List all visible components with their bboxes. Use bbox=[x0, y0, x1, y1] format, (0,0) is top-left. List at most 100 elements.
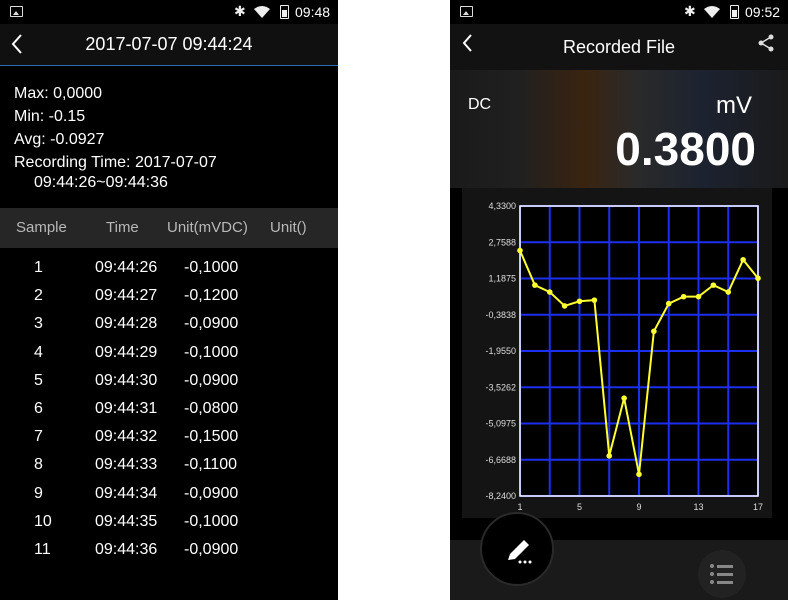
data-point bbox=[680, 293, 687, 300]
app-header: 2017-07-07 09:44:24 bbox=[0, 24, 338, 66]
table-header: Sample Time Unit(mVDC) Unit() bbox=[0, 208, 338, 248]
data-point bbox=[725, 289, 732, 295]
cell-time: 09:44:36 bbox=[95, 541, 158, 558]
cell-value: -0,0900 bbox=[184, 371, 239, 389]
left-phone-screen: ✱ 09:48 2017-07-07 09:44:24 Max: 0,0000 … bbox=[0, 0, 338, 600]
stats-panel: Max: 0,0000 Min: -0.15 Avg: -0.0927 Reco… bbox=[14, 82, 217, 192]
list-icon bbox=[710, 564, 733, 584]
status-time: 09:52 bbox=[745, 4, 781, 20]
table-row[interactable]: 10 09:44:35 -0,1000 bbox=[0, 510, 338, 538]
cell-value: -0,1000 bbox=[184, 259, 239, 276]
status-time: 09:48 bbox=[295, 4, 331, 20]
table-row[interactable]: 9 09:44:34 -0,0900 bbox=[0, 482, 338, 510]
table-row[interactable]: 2 09:44:27 -0,1200 bbox=[0, 284, 338, 312]
cell-time: 09:44:31 bbox=[95, 400, 158, 417]
stat-min: Min: -0.15 bbox=[14, 108, 86, 125]
table-row[interactable]: 4 09:44:29 -0,1000 bbox=[0, 341, 338, 369]
cell-sample: 4 bbox=[34, 343, 43, 361]
status-bar: ✱ 09:48 bbox=[0, 0, 338, 24]
table-row[interactable]: 5 09:44:30 -0,0900 bbox=[0, 369, 338, 397]
y-tick-label: -6,6688 bbox=[485, 455, 516, 465]
cell-sample: 3 bbox=[34, 315, 43, 333]
cell-value: -0,1000 bbox=[184, 512, 239, 530]
meter-readout: DC mV 0.3800 bbox=[450, 70, 788, 188]
data-point bbox=[591, 297, 598, 303]
y-tick-label: 4,3300 bbox=[488, 201, 516, 211]
data-point bbox=[695, 293, 702, 300]
data-point bbox=[740, 256, 746, 263]
battery-icon bbox=[730, 5, 739, 19]
image-notification-icon bbox=[460, 6, 473, 17]
y-tick-label: 2,7588 bbox=[488, 237, 516, 247]
status-bar: ✱ 09:52 bbox=[450, 0, 788, 24]
table-row[interactable]: 3 09:44:28 -0,0900 bbox=[0, 312, 338, 340]
cell-time: 09:44:28 bbox=[95, 315, 158, 333]
table-row[interactable]: 7 09:44:32 -0,1500 bbox=[0, 425, 338, 453]
data-point bbox=[621, 395, 627, 401]
recorded-chart: 4,3300 2,7588 1,1875 -0,3838 -1,9550 -3,5262 -… bbox=[485, 201, 763, 512]
cell-value: -0,0900 bbox=[184, 484, 239, 502]
x-tick-label: 13 bbox=[693, 502, 703, 512]
cell-sample: 11 bbox=[34, 541, 51, 558]
cell-value: -0,1500 bbox=[184, 428, 239, 446]
data-point bbox=[576, 298, 583, 305]
cell-time: 09:44:27 bbox=[95, 287, 158, 305]
x-tick-label: 17 bbox=[753, 502, 763, 512]
y-tick-label: -0,3838 bbox=[485, 310, 516, 320]
data-point bbox=[636, 471, 642, 478]
cell-time: 09:44:26 bbox=[95, 259, 158, 276]
cell-time: 09:44:35 bbox=[95, 512, 158, 530]
reading-value: 0.3800 bbox=[615, 123, 756, 175]
x-tick-label: 9 bbox=[636, 502, 641, 512]
unit-label: mV bbox=[716, 92, 752, 119]
cell-sample: 7 bbox=[34, 428, 43, 446]
bluetooth-icon: ✱ bbox=[684, 3, 696, 19]
cell-time: 09:44:29 bbox=[95, 343, 158, 361]
cell-value: -0,1100 bbox=[184, 456, 238, 474]
app-header: Recorded File bbox=[450, 24, 788, 70]
stat-avg: Avg: -0.0927 bbox=[14, 131, 105, 148]
data-point bbox=[665, 300, 672, 307]
page-title: 2017-07-07 09:44:24 bbox=[85, 34, 253, 54]
y-tick-label: -8,2400 bbox=[485, 491, 516, 501]
cell-time: 09:44:30 bbox=[95, 371, 158, 389]
stat-recording-range: 09:44:26~09:44:36 bbox=[34, 174, 168, 191]
table-row[interactable]: 6 09:44:31 -0,0800 bbox=[0, 397, 338, 425]
cell-time: 09:44:33 bbox=[95, 456, 158, 474]
cell-sample: 8 bbox=[34, 456, 43, 474]
stat-max: Max: 0,0000 bbox=[14, 85, 103, 102]
edit-icon bbox=[508, 540, 532, 564]
mode-label: DC bbox=[468, 96, 492, 113]
edit-button[interactable] bbox=[480, 512, 554, 586]
right-phone-screen: ✱ 09:52 Recorded File DC mV 0.3800 4,330… bbox=[450, 0, 788, 600]
table-row[interactable]: 11 09:44:36 -0,0900 bbox=[0, 538, 338, 566]
cell-value: -0,1000 bbox=[184, 343, 239, 361]
y-tick-label: -5,0975 bbox=[485, 419, 516, 429]
y-tick-label: -1,9550 bbox=[485, 346, 516, 356]
column-unit: Unit() bbox=[270, 219, 307, 236]
share-icon[interactable] bbox=[758, 34, 774, 52]
chart-panel: 4,3300 2,7588 1,1875 -0,3838 -1,9550 -3,5262 -… bbox=[462, 188, 772, 518]
data-point bbox=[561, 303, 568, 309]
stat-recording-time: Recording Time: 2017-07-07 bbox=[14, 154, 217, 171]
column-time: Time bbox=[106, 219, 139, 236]
cell-sample: 5 bbox=[34, 371, 43, 389]
x-tick-label: 1 bbox=[517, 502, 522, 512]
page-title: Recorded File bbox=[562, 37, 676, 57]
battery-icon bbox=[280, 5, 289, 19]
list-button[interactable] bbox=[698, 550, 746, 598]
cell-time: 09:44:34 bbox=[95, 484, 158, 502]
data-point bbox=[517, 247, 523, 254]
cell-sample: 1 bbox=[34, 259, 43, 276]
cell-value: -0,1200 bbox=[184, 287, 239, 305]
table-row[interactable]: 8 09:44:33 -0,1100 bbox=[0, 453, 338, 481]
cell-sample: 9 bbox=[34, 484, 43, 502]
cell-sample: 2 bbox=[34, 287, 43, 305]
data-point bbox=[651, 328, 657, 335]
data-point bbox=[710, 282, 717, 288]
cell-sample: 6 bbox=[34, 400, 43, 417]
table-row[interactable]: 1 09:44:26 -0,1000 bbox=[0, 256, 338, 284]
cell-value: -0,0900 bbox=[184, 541, 239, 558]
column-sample: Sample bbox=[16, 219, 67, 236]
data-point bbox=[532, 282, 538, 288]
